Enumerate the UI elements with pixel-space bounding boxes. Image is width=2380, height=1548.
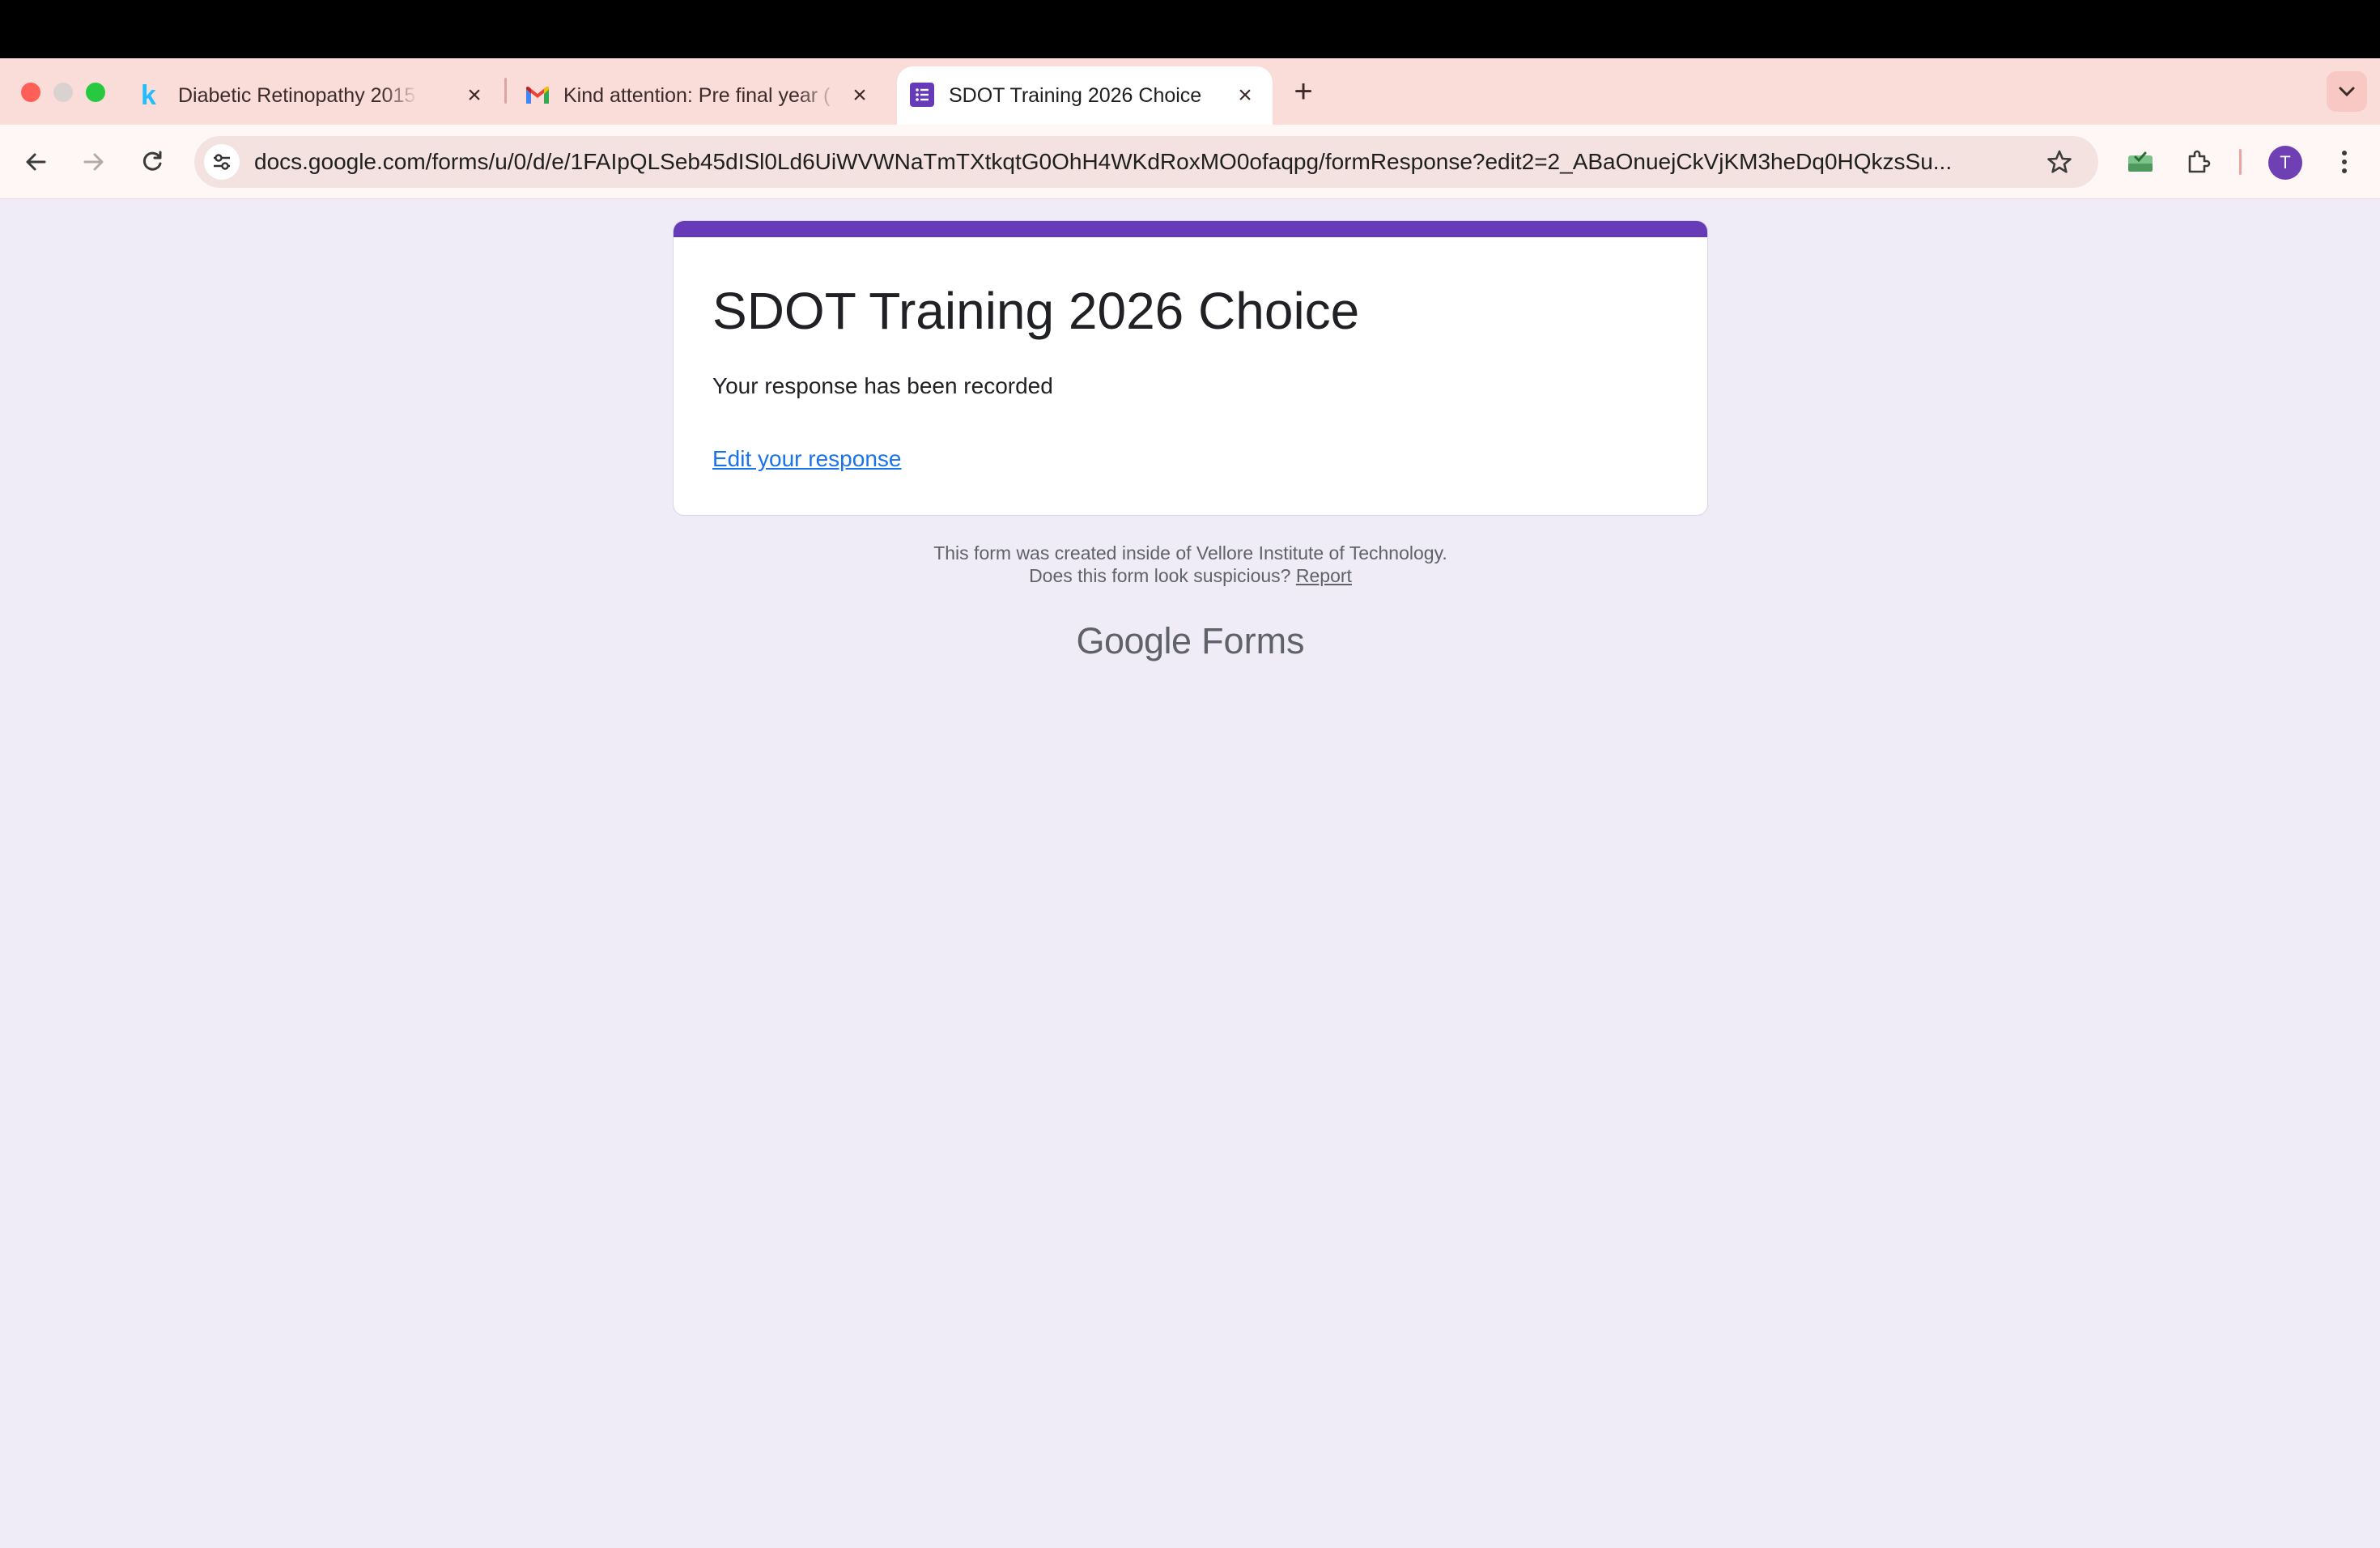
form-theme-bar — [674, 221, 1707, 237]
url-text[interactable]: docs.google.com/forms/u/0/d/e/1FAIpQLSeb… — [254, 147, 2027, 176]
tab-title: Diabetic Retinopathy 2015 Data — [178, 84, 418, 107]
tab-title: Kind attention: Pre final year ( — [563, 84, 831, 107]
window-close-button[interactable] — [21, 83, 40, 102]
tab-kind-attention[interactable]: Kind attention: Pre final year ( × — [515, 66, 895, 125]
browser-menu-button[interactable] — [2327, 144, 2362, 180]
tab-search-button[interactable] — [2327, 71, 2367, 112]
bookmark-star-button[interactable] — [2042, 144, 2077, 180]
tab-diabetic-retinopathy[interactable]: k Diabetic Retinopathy 2015 Data × — [130, 66, 502, 125]
close-icon[interactable]: × — [845, 81, 874, 110]
tune-icon — [214, 154, 230, 170]
site-info-button[interactable] — [204, 144, 240, 180]
close-icon[interactable]: × — [1230, 81, 1260, 110]
footer-suspicious: Does this form look suspicious? Report — [673, 563, 1708, 588]
close-icon[interactable]: × — [460, 81, 489, 110]
extensions-menu-button[interactable] — [2181, 144, 2216, 180]
suspicious-prompt: Does this form look suspicious? — [1029, 565, 1291, 586]
puzzle-icon — [2188, 150, 2211, 173]
tab-title: SDOT Training 2026 Choice — [949, 84, 1202, 107]
new-tab-button[interactable]: + — [1287, 75, 1320, 108]
toolbar-separator — [2239, 149, 2242, 175]
gmail-icon — [525, 86, 550, 105]
arrow-right-icon — [83, 153, 104, 171]
edit-response-link[interactable]: Edit your response — [712, 444, 901, 474]
form-title: SDOT Training 2026 Choice — [712, 282, 1360, 340]
google-forms-logo[interactable]: Google Forms — [673, 619, 1708, 664]
kaggle-icon: k — [141, 80, 156, 111]
extension-button[interactable] — [2123, 144, 2158, 180]
confirmation-message: Your response has been recorded — [712, 373, 1053, 398]
reload-icon — [142, 151, 162, 171]
brand-forms: Forms — [1201, 620, 1305, 661]
window-minimize-button[interactable] — [53, 83, 73, 102]
reload-button[interactable] — [134, 144, 170, 180]
google-forms-icon — [910, 83, 934, 107]
back-button[interactable] — [18, 144, 53, 180]
inbox-check-icon — [2128, 151, 2153, 172]
forward-button[interactable] — [76, 144, 112, 180]
more-vert-icon — [2342, 151, 2347, 173]
form-confirmation-card: SDOT Training 2026 Choice Your response … — [673, 220, 1708, 516]
brand-google: Google — [1076, 620, 1192, 661]
tab-separator — [504, 78, 507, 104]
window-maximize-button[interactable] — [86, 83, 105, 102]
report-link[interactable]: Report — [1296, 565, 1352, 586]
star-icon — [2047, 150, 2072, 173]
menu-bar-strip — [0, 0, 2380, 58]
chevron-down-icon — [2339, 87, 2355, 97]
footer-created-inside: This form was created inside of Vellore … — [933, 542, 1447, 563]
arrow-left-icon — [26, 153, 46, 171]
tab-sdot-training[interactable]: SDOT Training 2026 Choice × — [897, 66, 1273, 125]
profile-avatar[interactable]: T — [2268, 146, 2302, 180]
